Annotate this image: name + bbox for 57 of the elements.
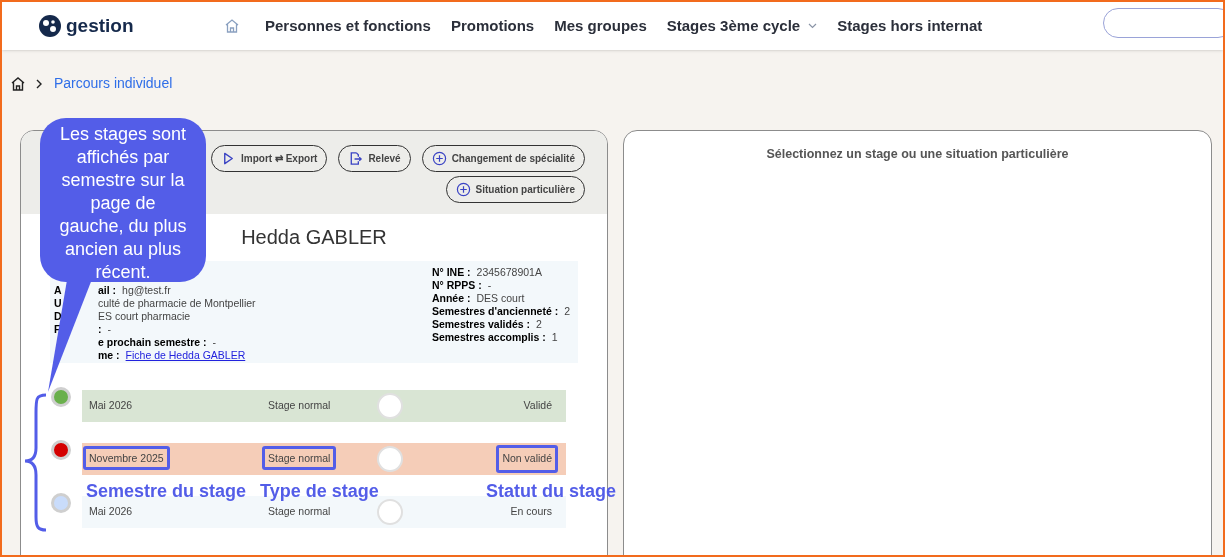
empty-message: Sélectionnez un stage ou une situation particulière [765, 146, 1070, 163]
info-value: 2 [536, 318, 542, 331]
info-value: 1 [551, 331, 558, 344]
document-arrow-icon [348, 151, 364, 166]
info-value: - [107, 323, 111, 336]
stage-semester: Mai 2026 [88, 399, 134, 412]
info-label: Semestres d'ancienneté : [431, 305, 559, 318]
info-label: : [98, 323, 102, 336]
info-label: U [54, 297, 62, 309]
nav-link[interactable]: Mes groupes [554, 14, 647, 38]
callout-bubble: Les stages sont affichés par semestre sur la page de gauche, du plus ancien au plus récent. [40, 118, 206, 282]
info-label: Année : [431, 292, 471, 305]
info-value: - [212, 336, 217, 349]
info-label: N° RPPS : [431, 279, 482, 292]
info-value: hg@test.fr [122, 284, 171, 297]
profile-link[interactable]: Fiche de Hedda GABLER [125, 349, 246, 362]
logo-text: gestion [66, 13, 134, 38]
info-value: ES court pharmacie [98, 310, 191, 323]
toolbar-button[interactable]: Situation particulière [445, 176, 585, 203]
info-value: - [487, 279, 492, 292]
stage-semester: Mai 2026 [88, 505, 134, 518]
info-label: Semestres accomplis : [431, 331, 546, 344]
info-label: A [54, 284, 62, 296]
chevron-right-icon [34, 77, 44, 90]
info-value: DES court [476, 292, 525, 305]
nav-link[interactable]: Stages hors internat [837, 14, 983, 38]
info-label: Semestres validés : [431, 318, 530, 331]
nav-link[interactable]: Stages 3ème cycle [666, 14, 818, 38]
info-label: ail : [98, 284, 117, 297]
stage-status: En cours [509, 504, 553, 520]
stage-type: Stage normal [267, 399, 332, 412]
info-value: 2 [564, 305, 570, 318]
chevron-down-icon [808, 23, 818, 29]
plus-circle-icon [431, 151, 447, 166]
stage-row[interactable]: Novembre 2025 Stage normal Non validé [82, 443, 566, 475]
info-label: me : [98, 349, 120, 362]
toolbar-button[interactable]: Import ⇄ Export [211, 145, 328, 172]
info-value: 2345678901A [476, 266, 542, 279]
toolbar-button[interactable]: Changement de spécialité [421, 145, 585, 172]
info-label: N° INE : [431, 266, 471, 279]
plus-circle-icon [455, 182, 471, 197]
stage-row[interactable]: Mai 2026 Stage normal Validé [82, 390, 566, 422]
logo-icon [38, 14, 62, 38]
stage-status: Validé [522, 398, 553, 414]
stage-type: Stage normal [262, 446, 337, 471]
breadcrumb-link[interactable]: Parcours individuel [54, 73, 173, 94]
info-label: e prochain semestre : [98, 336, 207, 349]
stage-type: Stage normal [267, 505, 332, 518]
home-icon[interactable] [10, 75, 26, 92]
info-value: culté de pharmacie de Montpellier [98, 297, 256, 310]
student-name: Hedda GABLER [241, 225, 387, 250]
nav-link[interactable]: Promotions [450, 14, 535, 38]
info-label: D [54, 310, 62, 322]
nav-link[interactable]: Personnes et fonctions [265, 14, 431, 38]
stage-semester: Novembre 2025 [83, 446, 170, 471]
stage-status: Non validé [496, 445, 558, 473]
toolbar-button[interactable]: Relevé [338, 145, 411, 172]
